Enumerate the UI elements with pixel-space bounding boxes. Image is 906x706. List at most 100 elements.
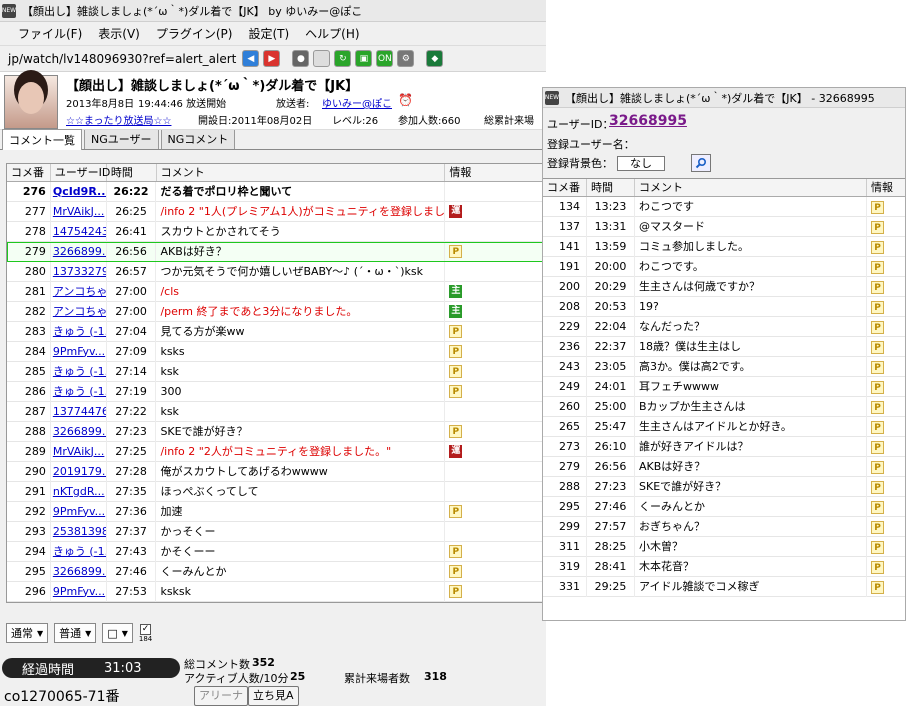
table-row[interactable]: 229 22:04 なんだった？ P xyxy=(543,317,905,337)
command-select[interactable]: 通常 ▼ xyxy=(6,623,49,643)
ucol-comment[interactable]: コメント xyxy=(635,179,867,196)
user-id-link[interactable]: アンコちゃ... xyxy=(51,281,107,302)
tab-comment-list[interactable]: コメント一覧 xyxy=(2,129,82,150)
menu-view[interactable]: 表示(V) xyxy=(98,25,140,42)
blank-icon[interactable] xyxy=(313,50,331,67)
table-row[interactable]: 137 13:31 @マスタード P xyxy=(543,217,905,237)
user-id-link[interactable]: きゅう (-1... xyxy=(51,541,107,562)
search-button[interactable] xyxy=(691,154,711,172)
table-row[interactable]: 292 9PmFyv... 27:36 加速 P xyxy=(7,501,545,522)
user-id-link[interactable]: MrVAikJ... xyxy=(51,441,107,462)
table-row[interactable]: 299 27:57 おぎちゃん？ P xyxy=(543,517,905,537)
ucol-time[interactable]: 時間 xyxy=(587,179,635,196)
table-row[interactable]: 294きゅう (-1...27:43かそくーーP xyxy=(7,541,545,562)
alarm-icon[interactable]: ⏰ xyxy=(398,93,413,107)
table-row[interactable]: 134 13:23 わこつです P xyxy=(543,197,905,217)
table-row[interactable]: 279 26:56 AKBは好き？ P xyxy=(543,457,905,477)
on-icon[interactable]: ON xyxy=(376,50,394,67)
refresh-icon[interactable]: ↻ xyxy=(334,50,352,67)
table-row[interactable]: 280 13733279 26:57 つか元気そうで何か嬉しいぜBABY～♪ (´・ω… xyxy=(7,261,545,282)
table-row[interactable]: 295 27:46 くーみんとか P xyxy=(543,497,905,517)
col-uid[interactable]: ユーザーID xyxy=(51,164,110,181)
table-row[interactable]: 279 3266899... 26:56 AKBは好き？ P xyxy=(7,241,545,262)
user-id-link[interactable]: 3266899... xyxy=(51,241,107,262)
user-comment-grid[interactable]: コメ番 時間 コメント 情報 134 13:23 わこつです P 137 13:31 @マス… xyxy=(543,178,905,620)
table-row[interactable]: 243 23:05 高3か。僕は高2です。 P xyxy=(543,357,905,377)
col-info[interactable]: 情報 xyxy=(445,164,545,181)
table-row[interactable]: 281アンコちゃ...27:00/cls主 xyxy=(7,281,545,302)
user-id-link[interactable]: 32668995 xyxy=(609,113,687,129)
table-row[interactable]: 295 3266899... 27:46 くーみんとか P xyxy=(7,561,545,582)
user-id-link[interactable]: QcId9R... xyxy=(51,181,107,202)
table-row[interactable]: 208 20:53 19? P xyxy=(543,297,905,317)
url-field[interactable]: jp/watch/lv148096930?ref=alert_alert xyxy=(8,52,236,66)
user-id-link[interactable]: きゅう (-1... xyxy=(51,361,107,382)
table-row[interactable]: 290 2019179... 27:28 俺がスカウトしてあげるわwwww xyxy=(7,461,545,482)
col-no[interactable]: コメ番 xyxy=(7,164,51,181)
ucol-no[interactable]: コメ番 xyxy=(543,179,587,196)
user-id-link[interactable]: nKTgdR... xyxy=(51,481,107,502)
table-row[interactable]: 288 27:23 SKEで誰が好き？ P xyxy=(543,477,905,497)
table-row[interactable]: 191 20:00 わこつです。 P xyxy=(543,257,905,277)
connect-icon[interactable]: ◀ xyxy=(242,50,260,67)
table-row[interactable]: 260 25:00 Bカップか生主さんは P xyxy=(543,397,905,417)
user-id-link[interactable]: 14754243 xyxy=(51,221,107,242)
table-row[interactable]: 265 25:47 生主さんはアイドルとか好き。 P xyxy=(543,417,905,437)
gear-icon[interactable]: ⚙ xyxy=(397,50,415,67)
broadcaster-thumbnail[interactable] xyxy=(4,75,58,129)
table-row[interactable]: 289 MrVAikJ... 27:25/info 2 "2人がコミュニティを登録し… xyxy=(7,441,545,462)
record-icon[interactable]: ● xyxy=(292,50,310,67)
table-row[interactable]: 273 26:10 誰が好きアイドルは？ P xyxy=(543,437,905,457)
table-row[interactable]: 278 14754243 26:41 スカウトとかされてそう xyxy=(7,221,545,242)
size-select[interactable]: 普通 ▼ xyxy=(54,623,97,643)
table-row[interactable]: 277 MrVAikJ... 26:25/info 2 "1人(プレミアム1人)がコ… xyxy=(7,201,545,222)
user-id-link[interactable]: 2019179... xyxy=(51,461,107,482)
table-row[interactable]: 288 3266899... 27:23 SKEで誰が好き？ P xyxy=(7,421,545,442)
disconnect-icon[interactable]: ▶ xyxy=(263,50,281,67)
table-row[interactable]: 141 13:59 コミュ参加しました。 P xyxy=(543,237,905,257)
table-row[interactable]: 287 13774476 27:22 ksk xyxy=(7,401,545,422)
user-id-link[interactable]: 13774476 xyxy=(51,401,107,422)
table-row[interactable]: 296 9PmFyv... 27:53 ksksk P xyxy=(7,581,545,602)
col-time[interactable]: 時間 xyxy=(107,164,157,181)
standing-button[interactable]: 立ち見A xyxy=(248,686,299,706)
user-id-link[interactable]: 3266899... xyxy=(51,561,107,582)
arena-button[interactable]: アリーナ xyxy=(194,686,248,706)
user-id-link[interactable]: 9PmFyv... xyxy=(51,501,107,522)
user-id-link[interactable]: 9PmFyv... xyxy=(51,341,107,362)
community-link[interactable]: ☆☆まったり放送局☆☆ xyxy=(66,112,171,127)
user-id-link[interactable]: 9PmFyv... xyxy=(51,581,107,602)
table-row[interactable]: 293 25381398 27:37 かっそくー xyxy=(7,521,545,542)
user-id-link[interactable]: 3266899... xyxy=(51,421,107,442)
table-row[interactable]: 283きゅう (-1...27:04見てる方が楽wwP xyxy=(7,321,545,342)
menu-plugin[interactable]: プラグイン(P) xyxy=(156,25,233,42)
table-row[interactable]: 311 28:25 小木曽？ P xyxy=(543,537,905,557)
menu-settings[interactable]: 設定(T) xyxy=(248,25,289,42)
table-row[interactable]: 284 9PmFyv... 27:09 ksks P xyxy=(7,341,545,362)
comment-grid[interactable]: コメ番 ユーザーID 時間 コメント 情報 276 QcId9R... 26:22 だ… xyxy=(6,163,546,603)
menu-file[interactable]: ファイル(F) xyxy=(18,25,82,42)
tab-ng-comment[interactable]: NGコメント xyxy=(160,128,236,149)
table-row[interactable]: 276 QcId9R... 26:22 だる着でポロリ枠と聞いて xyxy=(7,181,545,202)
user-id-link[interactable]: アンコちゃ... xyxy=(51,301,107,322)
background-color-value[interactable]: なし xyxy=(617,156,665,171)
color-select[interactable]: □ ▼ xyxy=(102,623,133,643)
user-id-link[interactable]: きゅう (-1... xyxy=(51,321,107,342)
table-row[interactable]: 319 28:41 木本花音？ P xyxy=(543,557,905,577)
broadcaster-link[interactable]: ゆいみー@ぽこ xyxy=(322,95,392,110)
table-row[interactable]: 291 nKTgdR... 27:35 ほっぺぶくってして xyxy=(7,481,545,502)
table-row[interactable]: 285きゅう (-1...27:14kskP xyxy=(7,361,545,382)
table-row[interactable]: 249 24:01 耳フェチwwww P xyxy=(543,377,905,397)
anonymous-checkbox[interactable]: ✓ 184 xyxy=(139,623,152,643)
tab-ng-user[interactable]: NGユーザー xyxy=(84,128,159,149)
table-row[interactable]: 236 22:37 18歳？僕は生主はし P xyxy=(543,337,905,357)
plugin-icon[interactable]: ◆ xyxy=(426,50,444,67)
user-id-link[interactable]: 25381398 xyxy=(51,521,107,542)
window-icon[interactable]: ▣ xyxy=(355,50,373,67)
user-id-link[interactable]: 13733279 xyxy=(51,261,107,282)
user-id-link[interactable]: きゅう (-1... xyxy=(51,381,107,402)
table-row[interactable]: 286きゅう (-1...27:19300P xyxy=(7,381,545,402)
table-row[interactable]: 200 20:29 生主さんは何歳ですか？ P xyxy=(543,277,905,297)
col-comment[interactable]: コメント xyxy=(157,164,446,181)
table-row[interactable]: 331 29:25 アイドル雑談でコメ稼ぎ P xyxy=(543,577,905,597)
